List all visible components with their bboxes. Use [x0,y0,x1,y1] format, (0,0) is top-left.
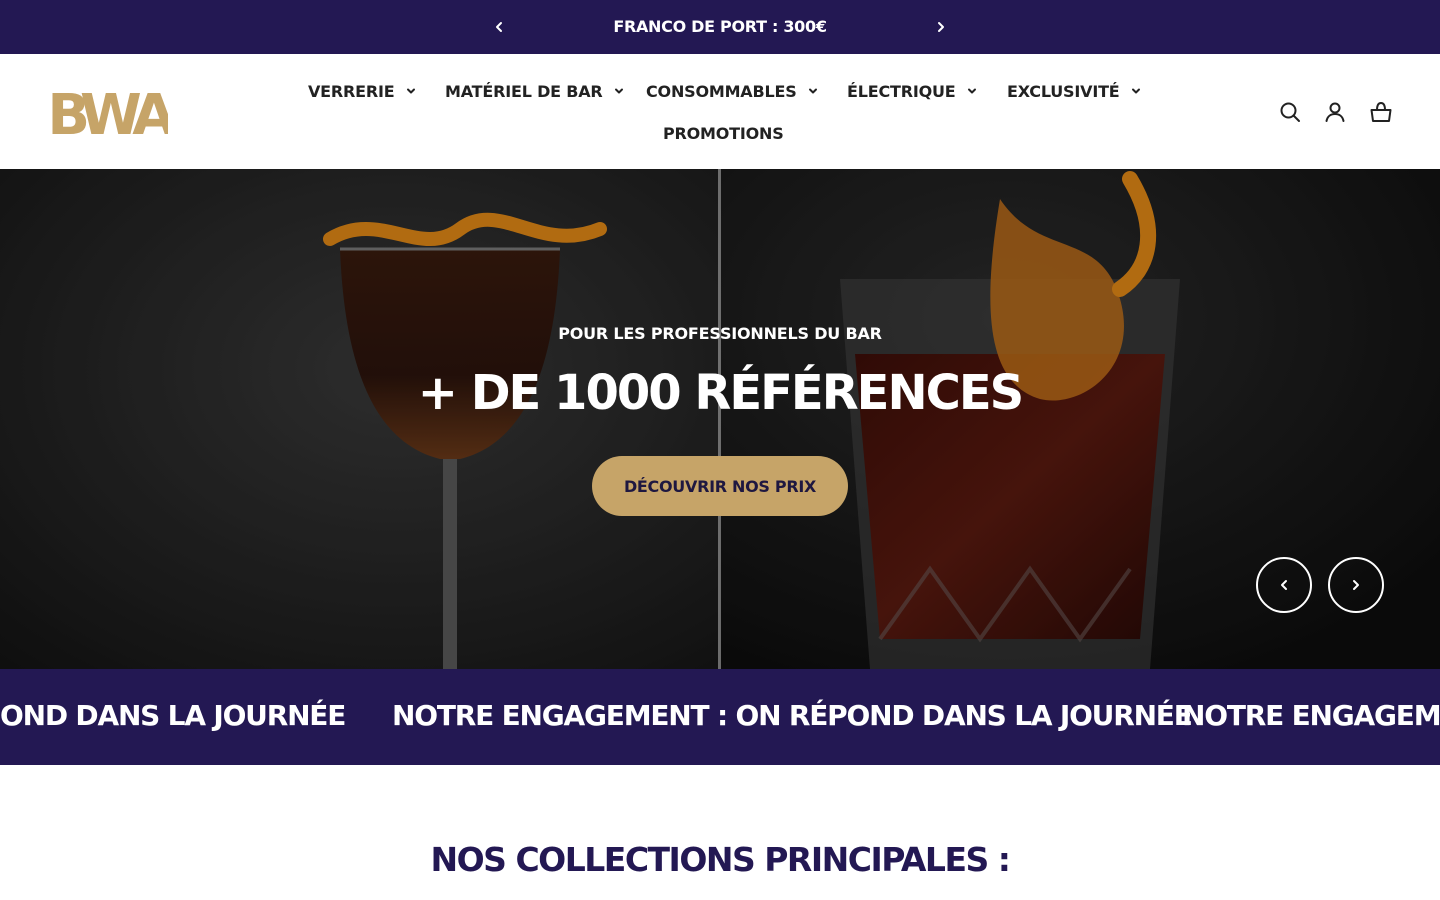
site-header: BWA VERRERIE MATÉRIEL DE BAR CONSOMMABLE… [0,54,1440,169]
nav-item-label: MATÉRIEL DE BAR [445,81,603,101]
cart-icon [1370,101,1392,122]
discover-prices-button[interactable]: DÉCOUVRIR NOS PRIX [592,456,848,516]
nav-item-consommables[interactable]: CONSOMMABLES [646,80,819,102]
brand-logo[interactable]: BWA [47,83,183,148]
announcement-next-button[interactable] [931,17,951,37]
nav-item-electrique[interactable]: ÉLECTRIQUE [847,80,978,102]
nav-item-promotions[interactable]: PROMOTIONS [663,122,784,144]
account-icon [1325,102,1345,122]
engagement-marquee: OND DANS LA JOURNÉE NOTRE ENGAGEMENT : O… [0,669,1440,765]
nav-item-label: ÉLECTRIQUE [847,81,956,101]
hero-slideshow: POUR LES PROFESSIONNELS DU BAR + DE 1000… [0,169,1440,669]
nav-item-label: VERRERIE [308,81,395,101]
chevron-right-icon [1353,580,1359,590]
marquee-text: OND DANS LA JOURNÉE [0,699,346,732]
bwa-logo-icon: BWA [47,83,183,148]
marquee-text: NOTRE ENGAGEMEN [1182,699,1440,732]
account-button[interactable] [1323,100,1347,124]
chevron-left-icon [1281,580,1287,590]
cart-button[interactable] [1369,100,1393,124]
announcement-bar: FRANCO DE PORT : 300€ [0,0,1440,54]
svg-text:BWA: BWA [48,87,168,137]
chevron-down-icon [613,85,625,97]
search-icon [1280,102,1300,122]
marquee-text: NOTRE ENGAGEMENT : ON RÉPOND DANS LA JOU… [392,699,1193,732]
chevron-right-icon [938,22,944,32]
chevron-down-icon [1130,85,1142,97]
nav-item-materiel-de-bar[interactable]: MATÉRIEL DE BAR [445,80,625,102]
chevron-down-icon [405,85,417,97]
nav-item-label: EXCLUSIVITÉ [1007,81,1120,101]
hero-title: + DE 1000 RÉFÉRENCES [417,365,1024,421]
slideshow-prev-button[interactable] [1256,557,1312,613]
chevron-down-icon [807,85,819,97]
slideshow-next-button[interactable] [1328,557,1384,613]
nav-item-label: CONSOMMABLES [646,81,797,101]
nav-item-label: PROMOTIONS [663,123,784,143]
nav-item-verrerie[interactable]: VERRERIE [308,80,417,102]
nav-item-exclusivite[interactable]: EXCLUSIVITÉ [1007,80,1142,102]
announcement-text: FRANCO DE PORT : 300€ [613,17,827,36]
search-button[interactable] [1278,100,1302,124]
collections-heading: NOS COLLECTIONS PRINCIPALES : [430,840,1011,879]
chevron-down-icon [966,85,978,97]
hero-subtitle: POUR LES PROFESSIONNELS DU BAR [558,324,882,343]
